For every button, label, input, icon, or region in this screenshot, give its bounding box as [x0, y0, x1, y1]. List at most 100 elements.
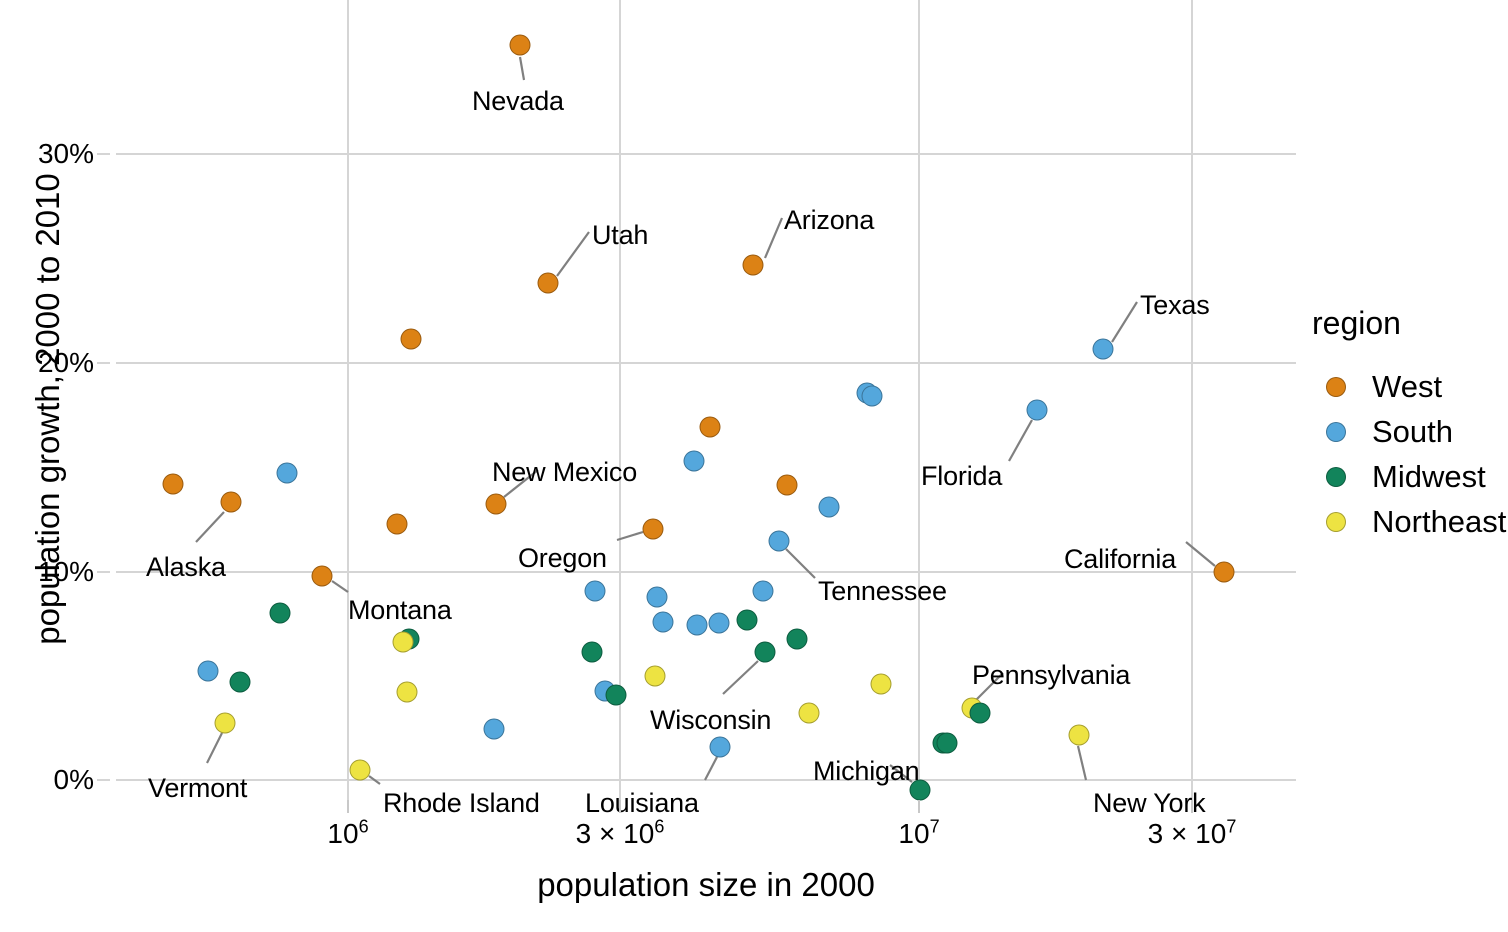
scatter-point — [736, 609, 758, 631]
scatter-point — [699, 416, 721, 438]
point-label: Nevada — [472, 86, 564, 116]
point-label: Utah — [592, 220, 649, 250]
scatter-point — [386, 513, 408, 535]
point-label: Vermont — [148, 773, 248, 803]
y-tick-mark — [97, 779, 110, 781]
scatter-point — [537, 272, 559, 294]
legend-item-label: Midwest — [1372, 458, 1486, 494]
point-label: California — [1064, 544, 1177, 574]
x-axis-ticks: 106 3 × 106 107 3 × 107 — [116, 800, 1296, 870]
scatter-point — [870, 673, 892, 695]
x-tick-label: 106 — [327, 816, 369, 849]
x-tick-label: 107 — [898, 816, 940, 849]
leader-line — [518, 56, 526, 81]
scatter-point — [229, 671, 251, 693]
legend-item-midwest[interactable]: Midwest — [1312, 454, 1508, 499]
scatter-point — [709, 736, 731, 758]
scatter-point — [754, 641, 776, 663]
scatter-point — [605, 684, 627, 706]
scatter-point — [742, 254, 764, 276]
scatter-point — [683, 450, 705, 472]
point-label: Alaska — [146, 552, 226, 582]
x-tick-mark — [347, 800, 349, 813]
point-label: New Mexico — [492, 457, 638, 487]
scatter-point — [786, 628, 808, 650]
scatter-point — [311, 565, 333, 587]
scatter-point — [483, 718, 505, 740]
legend-item-south[interactable]: South — [1312, 409, 1508, 454]
point-label: Pennsylvania — [972, 660, 1131, 690]
scatter-point — [818, 496, 840, 518]
point-label: Florida — [921, 461, 1003, 491]
y-tick-mark — [97, 153, 110, 155]
leader-line — [616, 530, 644, 542]
scatter-point — [162, 473, 184, 495]
leader-line — [331, 580, 349, 593]
y-tick-mark — [97, 362, 110, 364]
leader-line — [722, 660, 759, 695]
legend-swatch-icon — [1326, 511, 1346, 532]
scatter-point — [392, 631, 414, 653]
scatter-point — [1026, 399, 1048, 421]
scatter-point — [768, 530, 790, 552]
x-tick-mark — [918, 800, 920, 813]
scatter-point — [276, 462, 298, 484]
scatter-point — [396, 681, 418, 703]
legend-entries: West South Midwest Northeast — [1312, 364, 1508, 544]
legend: region West South Midwest Northeast — [1312, 305, 1508, 544]
chart-canvas: 0% 10% 20% 30% Nevada Arizona Utah Texas Florid… — [0, 0, 1508, 932]
y-axis-title: population growth, 2000 to 2010 — [29, 173, 66, 645]
scatter-point — [220, 491, 242, 513]
x-axis-title: population size in 2000 — [537, 866, 875, 903]
leader-line — [1111, 301, 1138, 343]
scatter-point — [214, 712, 236, 734]
scatter-point — [1068, 724, 1090, 746]
leader-line — [1076, 745, 1088, 781]
legend-swatch-icon — [1326, 466, 1346, 487]
leader-line — [704, 756, 718, 781]
scatter-point — [969, 702, 991, 724]
scatter-point — [642, 518, 664, 540]
legend-swatch-icon — [1326, 421, 1346, 442]
legend-item-label: South — [1372, 413, 1454, 449]
scatter-point — [861, 385, 883, 407]
leader-line — [556, 231, 590, 277]
x-tick-label: 3 × 106 — [575, 816, 665, 849]
point-label: Tennessee — [818, 576, 947, 606]
legend-item-northeast[interactable]: Northeast — [1312, 499, 1508, 544]
point-label: Oregon — [518, 543, 607, 573]
x-tick-label: 3 × 107 — [1147, 816, 1237, 849]
point-label: Michigan — [813, 756, 920, 786]
scatter-point — [686, 614, 708, 636]
scatter-point — [1213, 561, 1235, 583]
scatter-point — [485, 493, 507, 515]
scatter-point — [646, 586, 668, 608]
point-label: Wisconsin — [650, 705, 772, 735]
scatter-point — [584, 580, 606, 602]
scatter-point — [509, 34, 531, 56]
scatter-point — [197, 660, 219, 682]
scatter-point — [349, 759, 371, 781]
scatter-point — [581, 641, 603, 663]
y-tick-mark — [97, 571, 110, 573]
legend-item-label: Northeast — [1372, 503, 1507, 539]
scatter-point — [776, 474, 798, 496]
plot-panel: Nevada Arizona Utah Texas Florida Alaska New M… — [116, 0, 1296, 817]
scatter-point — [798, 702, 820, 724]
scatter-point — [652, 611, 674, 633]
leader-line — [785, 548, 816, 579]
legend-item-west[interactable]: West — [1312, 364, 1508, 409]
legend-swatch-icon — [1326, 376, 1346, 397]
leader-line — [206, 732, 223, 764]
leader-line — [368, 775, 381, 785]
leader-line — [195, 511, 225, 543]
leader-line — [1185, 541, 1216, 567]
x-tick-mark — [619, 800, 621, 813]
scatter-point — [644, 665, 666, 687]
scatter-point — [708, 612, 730, 634]
legend-item-label: West — [1372, 368, 1443, 404]
scatter-point — [936, 732, 958, 754]
legend-title: region — [1312, 305, 1401, 341]
point-label: Montana — [348, 595, 452, 625]
point-label: Arizona — [784, 205, 875, 235]
